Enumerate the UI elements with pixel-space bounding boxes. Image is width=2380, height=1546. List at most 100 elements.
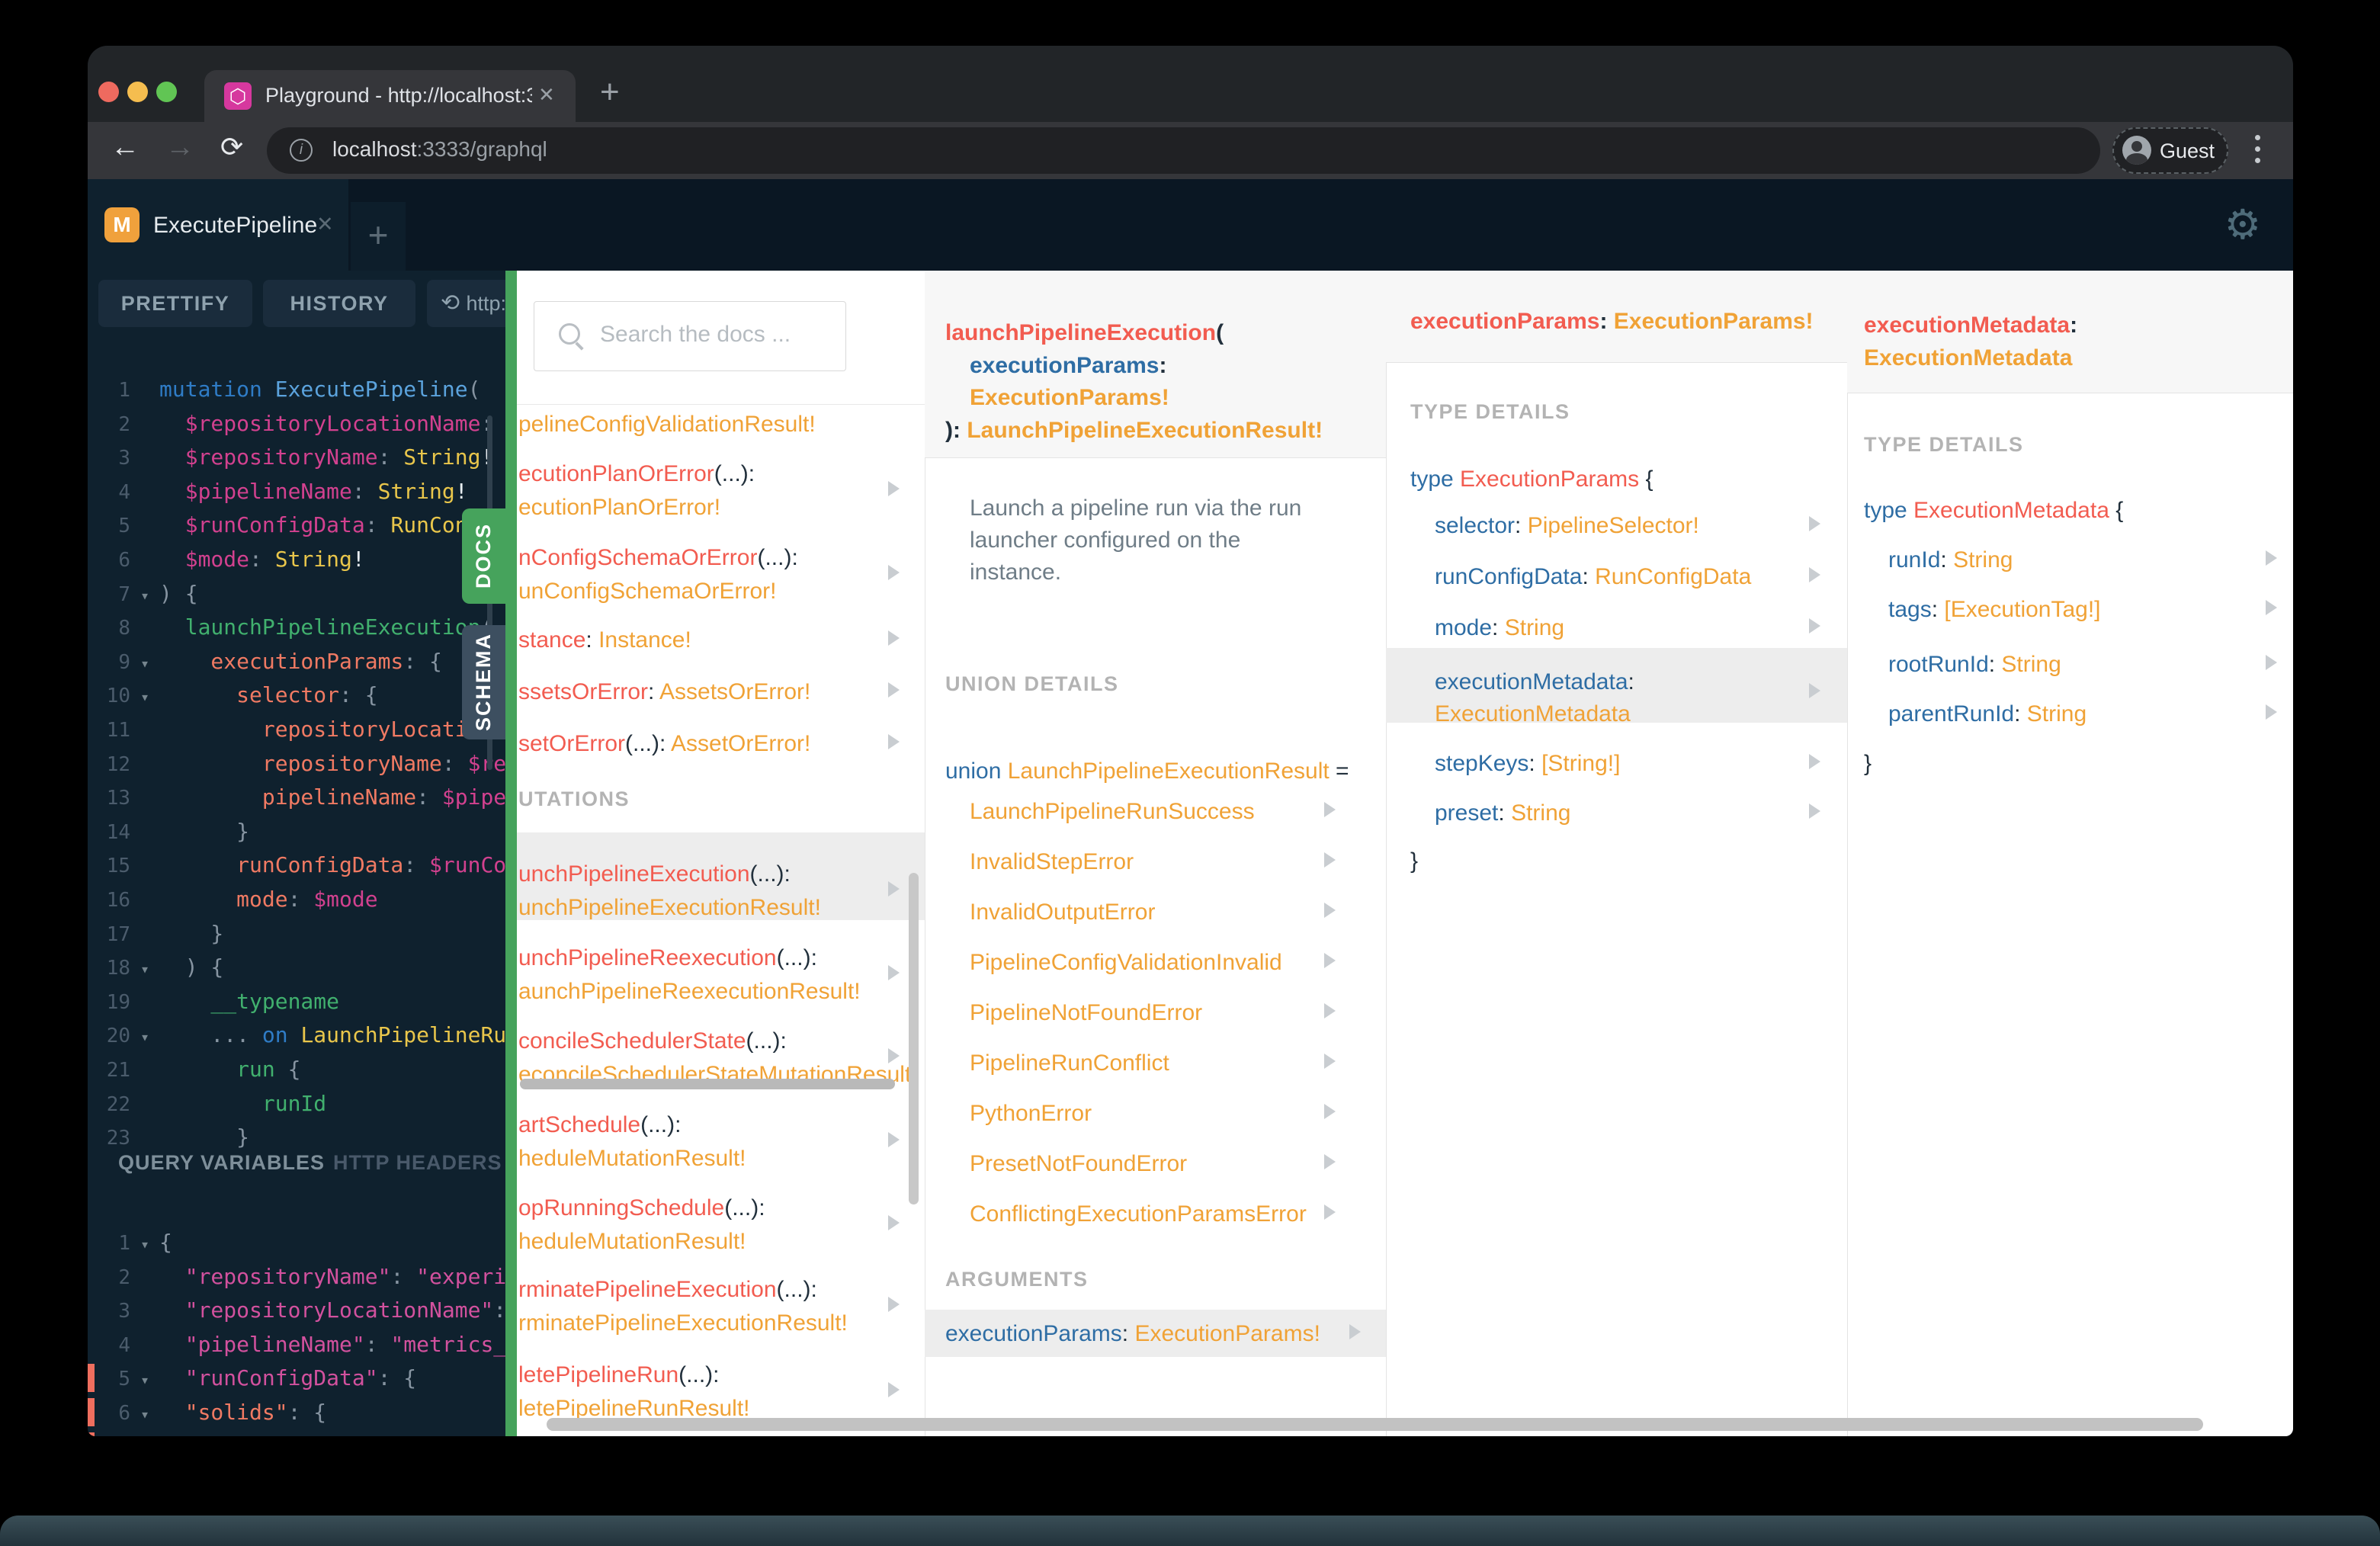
chevron-right-icon[interactable] bbox=[1809, 803, 1820, 819]
chevron-right-icon[interactable] bbox=[1324, 1154, 1336, 1169]
minimize-window-button[interactable] bbox=[127, 82, 148, 102]
doc-item[interactable]: unchPipelineExecution(...): bbox=[518, 861, 791, 887]
code-line[interactable]: 18 ▾ ) { bbox=[95, 950, 224, 984]
argument-row[interactable]: executionParams: ExecutionParams! bbox=[945, 1321, 1320, 1347]
doc-item[interactable]: ecutionPlanOrError(...): bbox=[518, 461, 755, 487]
browser-menu-button[interactable] bbox=[2255, 135, 2261, 169]
code-line[interactable]: 6 $mode: String! bbox=[95, 542, 364, 576]
new-tab-button[interactable]: + bbox=[600, 73, 620, 111]
playground-tab-executepipeline[interactable]: M ExecutePipeline ✕ bbox=[88, 179, 348, 271]
variables-line[interactable]: 5 ▾ "runConfigData": { bbox=[95, 1361, 416, 1395]
docs-horizontal-scrollbar[interactable] bbox=[547, 1418, 2203, 1431]
chevron-right-icon[interactable] bbox=[888, 630, 900, 646]
chevron-right-icon[interactable] bbox=[1809, 567, 1820, 582]
code-line[interactable]: 10 ▾ selector: { bbox=[95, 678, 378, 712]
browser-tab[interactable]: ⬡ Playground - http://localhost:3 ✕ bbox=[204, 70, 576, 122]
zoom-window-button[interactable] bbox=[156, 82, 177, 102]
variables-line[interactable]: 1 ▾{ bbox=[95, 1225, 172, 1259]
doc-item[interactable]: pelineConfigValidationResult! bbox=[518, 412, 816, 438]
chevron-right-icon[interactable] bbox=[2266, 655, 2277, 670]
chevron-right-icon[interactable] bbox=[888, 1297, 900, 1312]
close-window-button[interactable] bbox=[98, 82, 119, 102]
chevron-right-icon[interactable] bbox=[1324, 1003, 1336, 1018]
code-line[interactable]: 22 runId bbox=[95, 1086, 326, 1121]
close-tab-icon[interactable]: ✕ bbox=[538, 83, 555, 107]
docs-vertical-scrollbar[interactable] bbox=[909, 873, 919, 1204]
code-line[interactable]: 3 $repositoryName: String! bbox=[95, 440, 493, 474]
doc-item-type[interactable]: heduleMutationResult! bbox=[518, 1229, 746, 1255]
union-member[interactable]: LaunchPipelineRunSuccess bbox=[970, 799, 1255, 825]
endpoint-url-box[interactable]: ⟲ http://loc bbox=[427, 280, 505, 327]
chevron-right-icon[interactable] bbox=[1324, 1104, 1336, 1119]
variables-line[interactable]: 4 "pipelineName": "metrics_pipeline" bbox=[95, 1327, 505, 1362]
type-field[interactable]: executionMetadata: bbox=[1435, 669, 1634, 695]
chevron-right-icon[interactable] bbox=[888, 565, 900, 580]
settings-gear-icon[interactable]: ⚙ bbox=[2224, 200, 2261, 249]
history-button[interactable]: HISTORY bbox=[263, 280, 415, 327]
variables-line[interactable]: 2 "repositoryName": "experiments" bbox=[95, 1259, 505, 1294]
union-member[interactable]: PipelineNotFoundError bbox=[970, 1000, 1202, 1026]
chevron-right-icon[interactable] bbox=[1324, 1204, 1336, 1220]
type-field[interactable]: tags: [ExecutionTag!] bbox=[1888, 597, 2101, 623]
query-editor-pane[interactable]: PRETTIFY HISTORY ⟲ http://loc 1mutation … bbox=[88, 271, 505, 1436]
site-info-icon[interactable]: i bbox=[290, 139, 313, 162]
chevron-right-icon[interactable] bbox=[888, 1132, 900, 1147]
doc-item[interactable]: letePipelineRun(...): bbox=[518, 1362, 719, 1388]
doc-item-type[interactable]: heduleMutationResult! bbox=[518, 1146, 746, 1172]
code-line[interactable]: 13 pipelineName: $pipelineName bbox=[95, 780, 505, 814]
docs-divider[interactable] bbox=[505, 271, 517, 1436]
code-line[interactable]: 16 mode: $mode bbox=[95, 882, 378, 916]
code-line[interactable]: 12 repositoryName: $repositoryName bbox=[95, 746, 505, 781]
code-line[interactable]: 17 } bbox=[95, 916, 224, 951]
chevron-right-icon[interactable] bbox=[2266, 550, 2277, 566]
code-line[interactable]: 20▾ ... on LaunchPipelineRunSuccess { bbox=[95, 1018, 505, 1052]
chevron-right-icon[interactable] bbox=[1809, 683, 1820, 698]
union-member[interactable]: InvalidStepError bbox=[970, 849, 1134, 875]
code-line[interactable]: 1 mutation ExecutePipeline( bbox=[95, 372, 480, 406]
variables-line[interactable]: 6 ▾ "solids": { bbox=[95, 1395, 326, 1429]
union-member[interactable]: InvalidOutputError bbox=[970, 900, 1155, 925]
chevron-right-icon[interactable] bbox=[888, 481, 900, 496]
doc-item[interactable]: setOrError(...): AssetOrError! bbox=[518, 731, 810, 757]
code-line[interactable]: 2 $repositoryLocationName: String! bbox=[95, 406, 505, 441]
doc-item[interactable]: stance: Instance! bbox=[518, 627, 691, 653]
chevron-right-icon[interactable] bbox=[2266, 600, 2277, 615]
type-field[interactable]: runConfigData: RunConfigData bbox=[1435, 564, 1751, 590]
doc-item-type[interactable]: aunchPipelineReexecutionResult! bbox=[518, 979, 861, 1005]
code-line[interactable]: 5 $runConfigData: RunConfigData! bbox=[95, 508, 505, 542]
close-playground-tab-icon[interactable]: ✕ bbox=[316, 213, 334, 236]
mutations-scrollbar[interactable] bbox=[520, 1079, 895, 1089]
union-member[interactable]: PipelineRunConflict bbox=[970, 1050, 1169, 1076]
chevron-right-icon[interactable] bbox=[888, 682, 900, 698]
code-line[interactable]: 21 run { bbox=[95, 1052, 301, 1086]
chevron-right-icon[interactable] bbox=[1324, 953, 1336, 968]
code-line[interactable]: 14 } bbox=[95, 814, 249, 848]
chevron-right-icon[interactable] bbox=[1809, 516, 1820, 531]
docs-side-tab[interactable]: DOCS bbox=[462, 508, 505, 604]
chevron-right-icon[interactable] bbox=[888, 1215, 900, 1230]
type-field[interactable]: parentRunId: String bbox=[1888, 701, 2087, 727]
tab-query-variables[interactable]: QUERY VARIABLES bbox=[118, 1151, 325, 1175]
doc-item[interactable]: artSchedule(...): bbox=[518, 1112, 681, 1138]
union-member[interactable]: PythonError bbox=[970, 1101, 1092, 1127]
code-line[interactable]: 19 __typename bbox=[95, 984, 339, 1018]
url-bar[interactable]: i localhost:3333/graphql bbox=[267, 127, 2100, 174]
chevron-right-icon[interactable] bbox=[1349, 1324, 1361, 1339]
chevron-right-icon[interactable] bbox=[1809, 618, 1820, 633]
profile-button[interactable]: Guest bbox=[2112, 127, 2228, 174]
schema-side-tab[interactable]: SCHEMA bbox=[462, 625, 505, 739]
type-field[interactable]: mode: String bbox=[1435, 615, 1564, 641]
chevron-right-icon[interactable] bbox=[1809, 754, 1820, 769]
forward-icon[interactable]: → bbox=[165, 131, 194, 164]
doc-item[interactable]: concileSchedulerState(...): bbox=[518, 1028, 787, 1054]
prettify-button[interactable]: PRETTIFY bbox=[98, 280, 252, 327]
type-field[interactable]: rootRunId: String bbox=[1888, 652, 2061, 678]
back-icon[interactable]: ← bbox=[111, 131, 140, 164]
code-line[interactable]: 9 ▾ executionParams: { bbox=[95, 644, 442, 678]
doc-item-type[interactable]: rminatePipelineExecutionResult! bbox=[518, 1310, 848, 1336]
union-member[interactable]: PipelineConfigValidationInvalid bbox=[970, 950, 1282, 976]
code-line[interactable]: 23 } bbox=[95, 1120, 249, 1154]
code-line[interactable]: 7 ▾) { bbox=[95, 576, 197, 611]
code-line[interactable]: 4 $pipelineName: String! bbox=[95, 474, 467, 508]
chevron-right-icon[interactable] bbox=[888, 1048, 900, 1063]
